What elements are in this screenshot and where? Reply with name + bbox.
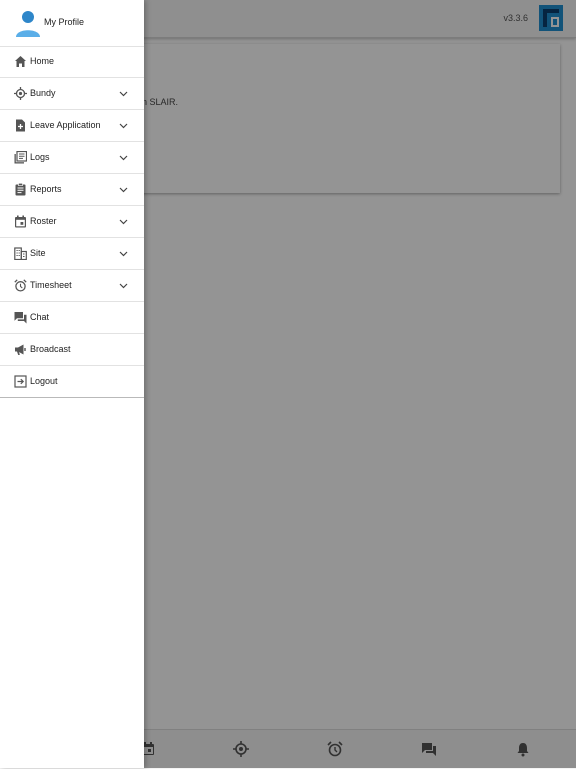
- menu-item-label: Timesheet: [30, 280, 72, 290]
- menu-item-label: Site: [30, 248, 46, 258]
- menu-item-reports[interactable]: Reports: [0, 174, 144, 206]
- menu-item-label: Roster: [30, 216, 57, 226]
- chevron-down-icon[interactable]: [119, 121, 128, 130]
- building-icon: [14, 247, 27, 260]
- profile-header[interactable]: My Profile: [0, 0, 144, 47]
- menu-item-label: Logs: [30, 152, 50, 162]
- drawer-menu: Home Bundy Leave Application Logs Report…: [0, 46, 144, 398]
- profile-label: My Profile: [44, 17, 85, 27]
- chevron-down-icon[interactable]: [119, 281, 128, 290]
- navigation-drawer: My Profile Home Bundy Leave Application: [0, 0, 144, 768]
- menu-item-roster[interactable]: Roster: [0, 206, 144, 238]
- file-plus-icon: [16, 119, 25, 132]
- menu-item-label: Reports: [30, 184, 62, 194]
- home-icon: [15, 56, 26, 67]
- clipboard-icon: [15, 183, 26, 196]
- chevron-down-icon[interactable]: [119, 89, 128, 98]
- menu-item-label: Home: [30, 56, 55, 66]
- menu-item-timesheet[interactable]: Timesheet: [0, 270, 144, 302]
- menu-item-logs[interactable]: Logs: [0, 142, 144, 174]
- user-avatar-icon: [16, 11, 40, 37]
- crosshair-icon: [14, 87, 27, 100]
- menu-item-logout[interactable]: Logout: [0, 366, 144, 397]
- chat-icon: [14, 312, 27, 324]
- menu-item-leave-application[interactable]: Leave Application: [0, 110, 144, 142]
- menu-item-chat[interactable]: Chat: [0, 302, 144, 334]
- calendar-icon: [15, 215, 26, 228]
- menu-item-label: Chat: [30, 312, 50, 322]
- menu-item-label: Bundy: [30, 88, 56, 98]
- chevron-down-icon[interactable]: [119, 153, 128, 162]
- menu-item-label: Leave Application: [30, 120, 101, 130]
- menu-item-label: Logout: [30, 376, 58, 386]
- logout-icon: [14, 375, 27, 388]
- menu-item-site[interactable]: Site: [0, 238, 144, 270]
- menu-item-broadcast[interactable]: Broadcast: [0, 334, 144, 366]
- chevron-down-icon[interactable]: [119, 185, 128, 194]
- menu-item-bundy[interactable]: Bundy: [0, 78, 144, 110]
- megaphone-icon: [15, 344, 26, 355]
- library-icon: [14, 151, 27, 164]
- alarm-icon: [14, 279, 27, 292]
- chevron-down-icon[interactable]: [119, 249, 128, 258]
- menu-item-home[interactable]: Home: [0, 46, 144, 78]
- menu-item-label: Broadcast: [30, 344, 71, 354]
- chevron-down-icon[interactable]: [119, 217, 128, 226]
